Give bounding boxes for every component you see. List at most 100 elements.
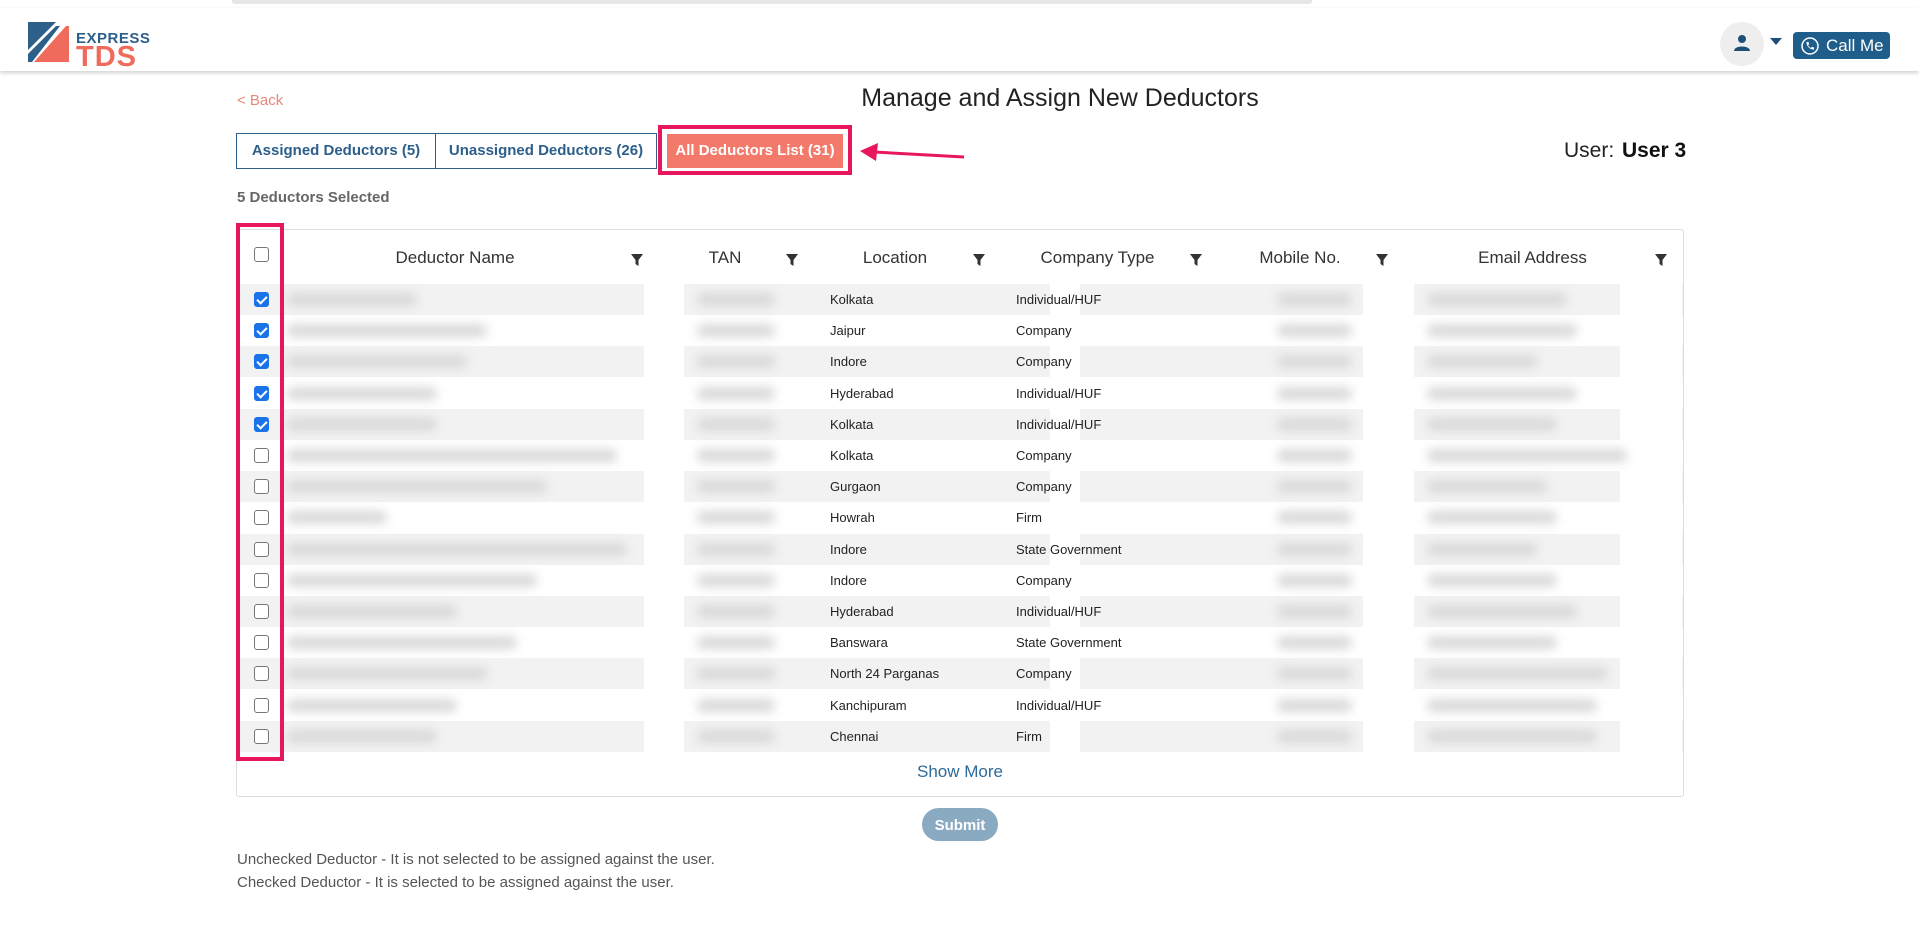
- back-link[interactable]: < Back: [237, 92, 283, 109]
- note-unchecked: Unchecked Deductor - It is not selected …: [237, 851, 715, 868]
- selected-count-text: 5 Deductors Selected: [237, 189, 390, 206]
- redacted-deductor-name: [287, 574, 537, 587]
- location-cell: Kolkata: [830, 448, 874, 463]
- redacted-email: [1427, 293, 1567, 306]
- redacted-deductor-name: [287, 543, 627, 556]
- table-row[interactable]: Chennai Firm: [237, 721, 1683, 752]
- company-type-cell: State Government: [1016, 635, 1122, 650]
- filter-icon[interactable]: [785, 253, 799, 267]
- phone-icon: [1801, 37, 1819, 55]
- cell-gap: [1620, 315, 1682, 346]
- show-more-link[interactable]: Show More: [890, 762, 1030, 782]
- table-row[interactable]: Hyderabad Individual/HUF: [237, 378, 1683, 409]
- company-type-cell: Company: [1016, 479, 1072, 494]
- browser-top-strip: [0, 0, 1919, 8]
- location-cell: Howrah: [830, 510, 875, 525]
- app-header: EXPRESS TDS Call Me: [0, 8, 1919, 72]
- chevron-down-icon[interactable]: [1770, 38, 1782, 45]
- redacted-deductor-name: [287, 418, 437, 431]
- cell-gap: [1050, 502, 1080, 533]
- call-me-button[interactable]: Call Me: [1793, 32, 1890, 59]
- redacted-tan: [697, 480, 775, 493]
- filter-icon[interactable]: [1375, 253, 1389, 267]
- redacted-email: [1427, 605, 1577, 618]
- redacted-tan: [697, 574, 775, 587]
- cell-gap: [644, 596, 684, 627]
- redacted-email: [1427, 355, 1537, 368]
- cell-gap: [1363, 658, 1414, 689]
- tab-all-deductors[interactable]: All Deductors List (31): [667, 134, 843, 168]
- company-type-cell: Company: [1016, 573, 1072, 588]
- cell-gap: [644, 315, 684, 346]
- table-row[interactable]: Kolkata Individual/HUF: [237, 409, 1683, 440]
- redacted-email: [1427, 730, 1597, 743]
- page-title: Manage and Assign New Deductors: [861, 84, 1259, 112]
- redacted-mobile: [1277, 324, 1352, 337]
- filter-icon[interactable]: [972, 253, 986, 267]
- filter-icon[interactable]: [1189, 253, 1203, 267]
- cell-gap: [1363, 565, 1414, 596]
- note-checked: Checked Deductor - It is selected to be …: [237, 874, 674, 891]
- cell-gap: [644, 690, 684, 721]
- redacted-tan: [697, 324, 775, 337]
- company-type-cell: Individual/HUF: [1016, 386, 1102, 401]
- redacted-tan: [697, 543, 775, 556]
- table-row[interactable]: Howrah Firm: [237, 502, 1683, 533]
- cell-gap: [1620, 596, 1682, 627]
- cell-gap: [1620, 502, 1682, 533]
- user-avatar[interactable]: [1720, 22, 1764, 66]
- table-row[interactable]: Kanchipuram Individual/HUF: [237, 690, 1683, 721]
- col-header-tan: TAN: [708, 248, 742, 267]
- table-row[interactable]: Indore Company: [237, 346, 1683, 377]
- logo-tds-text: TDS: [76, 41, 137, 73]
- redacted-mobile: [1277, 480, 1352, 493]
- table-row[interactable]: North 24 Parganas Company: [237, 658, 1683, 689]
- cell-gap: [644, 534, 684, 565]
- user-label: User:: [1564, 139, 1615, 162]
- call-me-label: Call Me: [1826, 36, 1884, 55]
- table-row[interactable]: Banswara State Government: [237, 627, 1683, 658]
- tab-assigned-deductors[interactable]: Assigned Deductors (5): [236, 133, 436, 169]
- table-row[interactable]: Kolkata Individual/HUF: [237, 284, 1683, 315]
- location-cell: Kolkata: [830, 417, 874, 432]
- table-row[interactable]: Gurgaon Company: [237, 471, 1683, 502]
- cell-gap: [1363, 534, 1414, 565]
- redacted-deductor-name: [287, 480, 547, 493]
- table-row[interactable]: Hyderabad Individual/HUF: [237, 596, 1683, 627]
- col-header-location: Location: [862, 248, 928, 267]
- filter-icon[interactable]: [630, 253, 644, 267]
- redacted-mobile: [1277, 667, 1352, 680]
- cell-gap: [1363, 596, 1414, 627]
- cell-gap: [1363, 627, 1414, 658]
- redacted-email: [1427, 667, 1607, 680]
- redacted-tan: [697, 418, 775, 431]
- redacted-tan: [697, 387, 775, 400]
- table-row[interactable]: Jaipur Company: [237, 315, 1683, 346]
- location-cell: Banswara: [830, 635, 888, 650]
- location-cell: Hyderabad: [830, 386, 894, 401]
- table-row[interactable]: Indore State Government: [237, 534, 1683, 565]
- redacted-email: [1427, 511, 1557, 524]
- redacted-deductor-name: [287, 355, 467, 368]
- company-type-cell: State Government: [1016, 542, 1122, 557]
- redacted-mobile: [1277, 293, 1352, 306]
- submit-button[interactable]: Submit: [922, 808, 998, 841]
- filter-icon[interactable]: [1654, 253, 1668, 267]
- col-header-mobile: Mobile No.: [1259, 248, 1341, 267]
- redacted-mobile: [1277, 449, 1352, 462]
- tab-unassigned-deductors[interactable]: Unassigned Deductors (26): [435, 133, 657, 169]
- redacted-tan: [697, 636, 775, 649]
- redacted-mobile: [1277, 699, 1352, 712]
- cell-gap: [1620, 284, 1682, 315]
- company-type-cell: Individual/HUF: [1016, 292, 1102, 307]
- table-row[interactable]: Indore Company: [237, 565, 1683, 596]
- cell-gap: [1620, 627, 1682, 658]
- express-tds-logo[interactable]: EXPRESS TDS: [26, 20, 156, 72]
- cell-gap: [1620, 658, 1682, 689]
- redacted-deductor-name: [287, 449, 617, 462]
- company-type-cell: Individual/HUF: [1016, 698, 1102, 713]
- redacted-mobile: [1277, 636, 1352, 649]
- cell-gap: [644, 346, 684, 377]
- table-row[interactable]: Kolkata Company: [237, 440, 1683, 471]
- redacted-tan: [697, 605, 775, 618]
